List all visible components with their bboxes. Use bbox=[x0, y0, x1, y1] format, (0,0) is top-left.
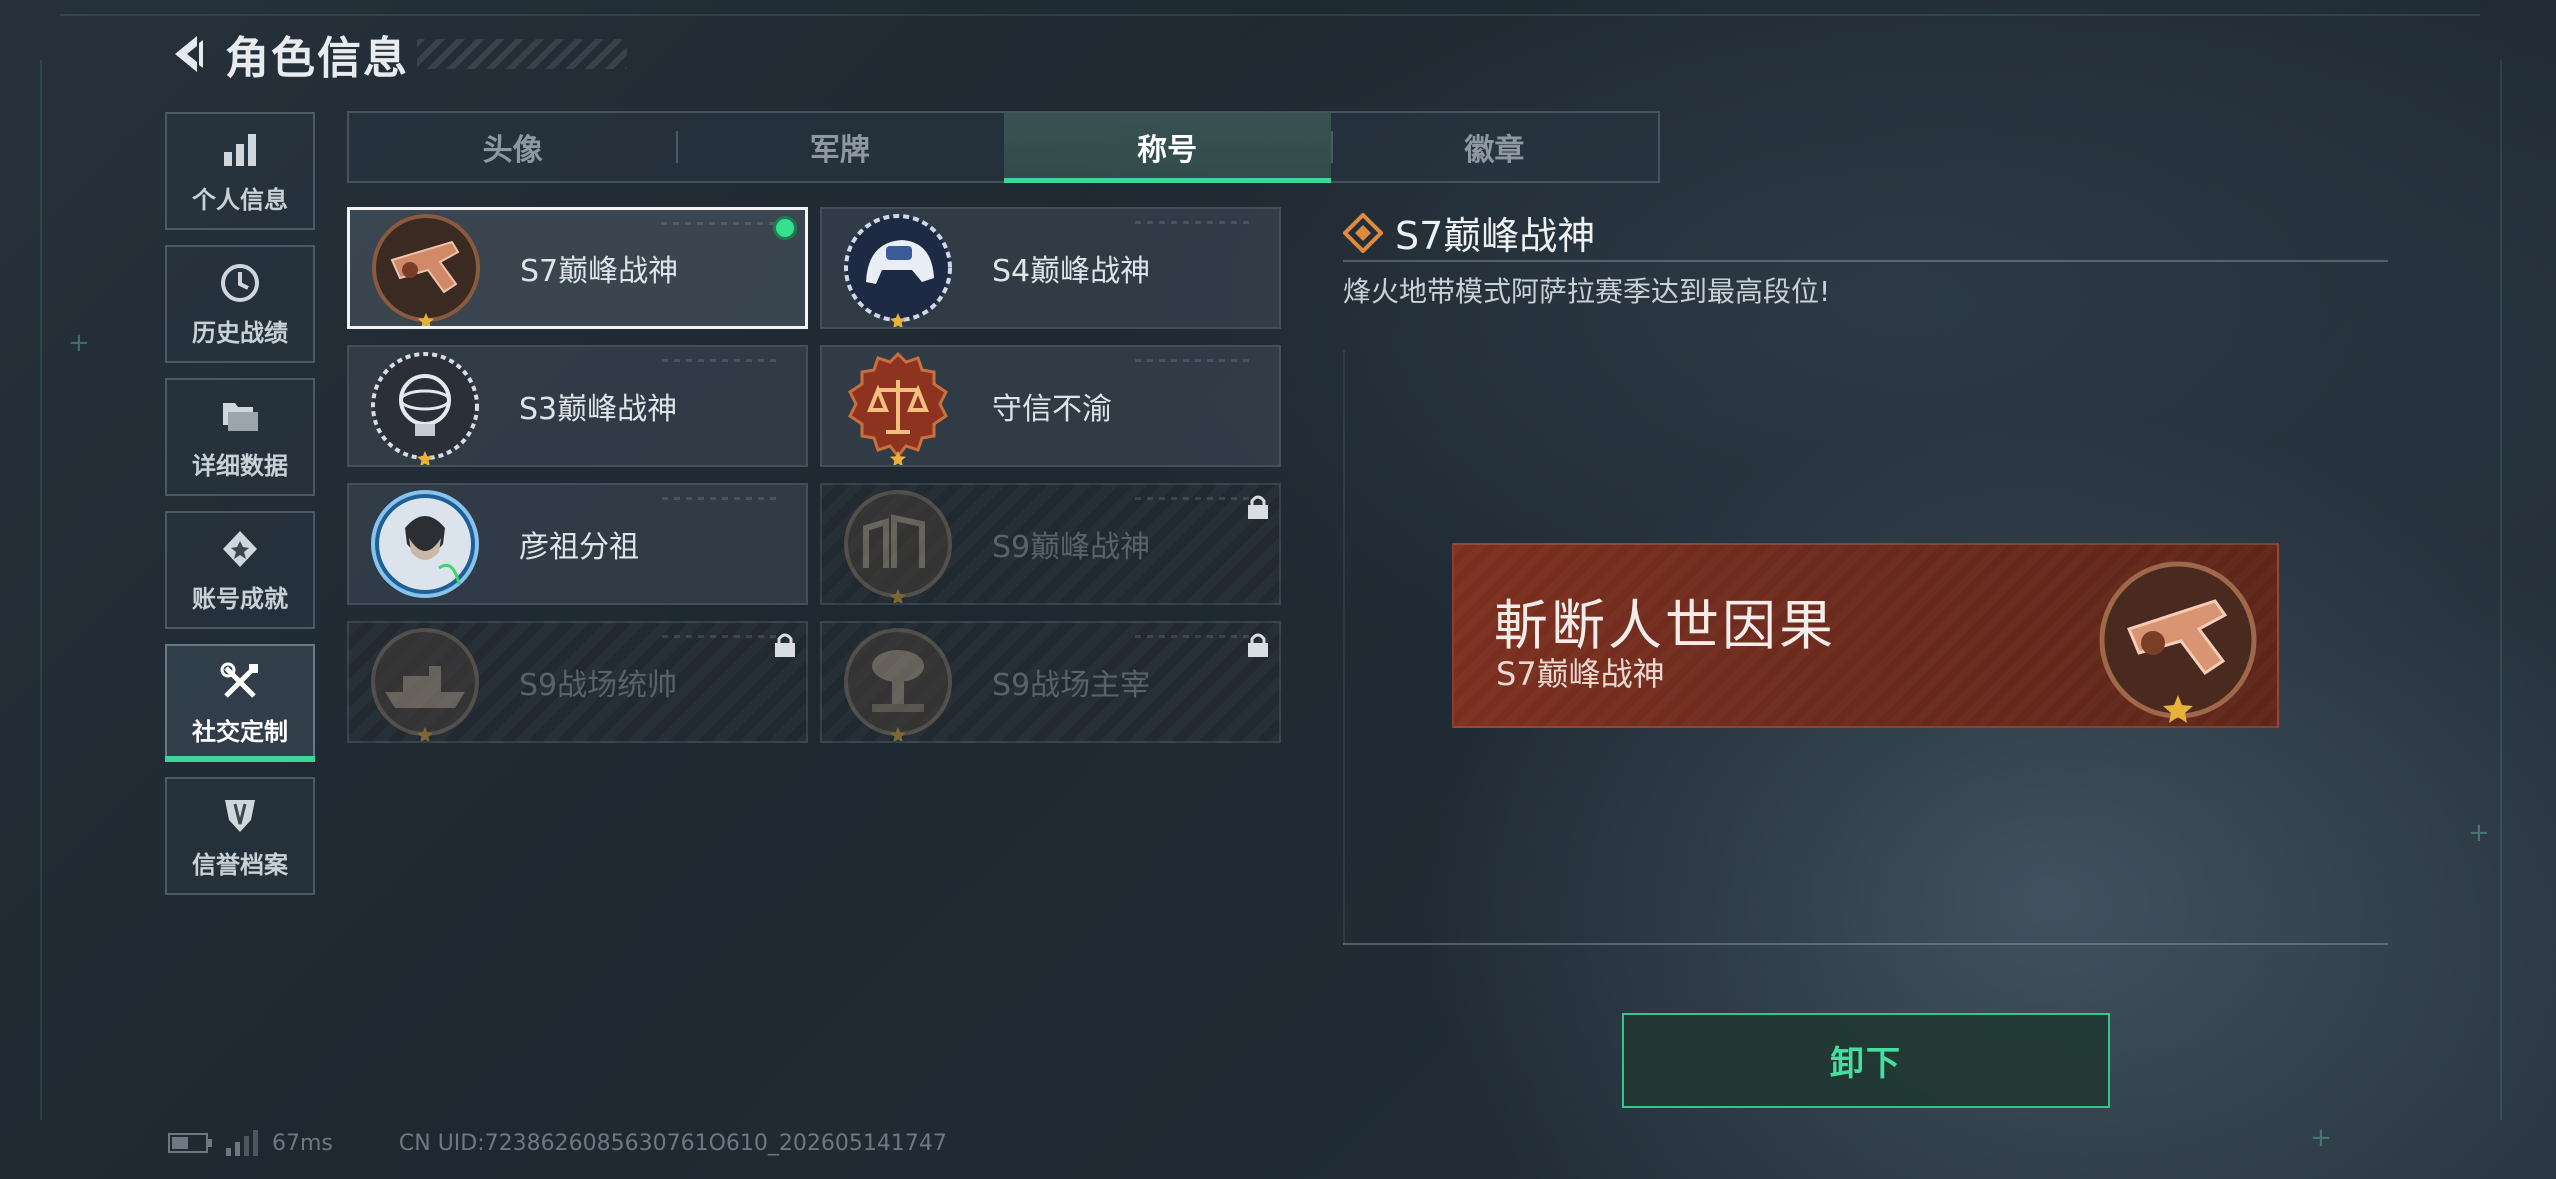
sidebar-item-detailed-data[interactable]: 详细数据 bbox=[165, 378, 315, 496]
detail-header: S7巅峰战神 bbox=[1343, 205, 1595, 260]
title-name: S9巅峰战神 bbox=[992, 530, 1151, 565]
shield-icon bbox=[218, 793, 262, 837]
battery-icon bbox=[168, 1133, 212, 1153]
hud-plus-icon: + bbox=[2310, 1123, 2332, 1153]
sidebar-item-reputation[interactable]: 信誉档案 bbox=[165, 777, 315, 895]
banner-subtitle: S7巅峰战神 bbox=[1496, 655, 1665, 693]
scales-badge-icon bbox=[842, 350, 954, 465]
title-decoration bbox=[417, 39, 627, 69]
card-decoration bbox=[662, 635, 782, 638]
signal-icon bbox=[226, 1130, 258, 1156]
title-name: 彦祖分祖 bbox=[519, 530, 639, 565]
card-decoration bbox=[1135, 359, 1255, 362]
title-card-promise[interactable]: 守信不渝 bbox=[820, 345, 1281, 467]
divider bbox=[1343, 260, 2388, 262]
detail-title: S7巅峰战神 bbox=[1395, 214, 1596, 258]
page-title: 角色信息 bbox=[225, 33, 409, 84]
title-name: S9战场统帅 bbox=[519, 668, 678, 703]
title-name: S7巅峰战神 bbox=[520, 254, 679, 289]
title-name: S4巅峰战神 bbox=[992, 254, 1151, 289]
star-icon bbox=[416, 726, 434, 741]
card-decoration bbox=[661, 222, 781, 225]
star-icon bbox=[416, 450, 434, 465]
hud-line-top bbox=[60, 14, 2480, 16]
tab-bar: 头像 军牌 称号 徽章 bbox=[347, 111, 1660, 183]
hud-plus-icon: + bbox=[2468, 818, 2490, 848]
tools-icon bbox=[218, 660, 262, 704]
unequip-button-label: 卸下 bbox=[1830, 1044, 1902, 1084]
medal-icon bbox=[218, 527, 262, 571]
title-card-yanzu[interactable]: 彦祖分祖 bbox=[347, 483, 808, 605]
latency-text: 67ms bbox=[272, 1130, 333, 1156]
sidebar-item-social-customization[interactable]: 社交定制 bbox=[165, 644, 315, 762]
folder-icon bbox=[218, 394, 262, 438]
header: 角色信息 bbox=[165, 22, 627, 86]
crossbow-badge-icon bbox=[370, 212, 482, 326]
card-decoration bbox=[1135, 497, 1255, 500]
hud-plus-icon: + bbox=[68, 328, 90, 358]
equipped-indicator bbox=[773, 216, 797, 240]
sidebar-item-achievements[interactable]: 账号成就 bbox=[165, 511, 315, 629]
card-decoration bbox=[1135, 221, 1255, 224]
title-name: 守信不渝 bbox=[992, 392, 1112, 427]
detail-description: 烽火地带模式阿萨拉赛季达到最高段位! bbox=[1343, 275, 1831, 308]
sidebar-item-label: 个人信息 bbox=[192, 185, 288, 214]
tab-title[interactable]: 称号 bbox=[1003, 113, 1332, 183]
bar-chart-icon bbox=[218, 128, 262, 172]
star-icon bbox=[417, 312, 435, 326]
title-card-s4[interactable]: S4巅峰战神 bbox=[820, 207, 1281, 329]
hud-line-right bbox=[2500, 60, 2502, 1120]
tab-emblem[interactable]: 徽章 bbox=[1330, 113, 1658, 181]
lock-icon bbox=[1248, 633, 1268, 657]
hud-line-left bbox=[40, 60, 42, 1120]
lock-icon bbox=[1248, 495, 1268, 519]
lock-icon bbox=[775, 633, 795, 657]
star-icon bbox=[889, 588, 907, 603]
warship-badge-icon bbox=[369, 626, 481, 741]
tab-avatar[interactable]: 头像 bbox=[349, 113, 676, 181]
sidebar: 个人信息 历史战绩 详细数据 账号成就 社交定制 信誉档案 bbox=[165, 112, 315, 910]
back-button[interactable] bbox=[165, 30, 213, 78]
explosion-badge-icon bbox=[842, 626, 954, 741]
diamond-rank-icon bbox=[1343, 212, 1383, 253]
crossbow-badge-icon bbox=[2099, 561, 2257, 723]
tab-dog-tag[interactable]: 军牌 bbox=[676, 113, 1003, 181]
title-name: S9战场主宰 bbox=[992, 668, 1151, 703]
sidebar-item-label: 历史战绩 bbox=[192, 318, 288, 347]
card-decoration bbox=[662, 497, 782, 500]
clock-icon bbox=[218, 261, 262, 305]
card-decoration bbox=[662, 359, 782, 362]
star-icon bbox=[889, 450, 907, 465]
star-icon bbox=[889, 726, 907, 741]
star-icon bbox=[889, 312, 907, 327]
sidebar-item-label: 详细数据 bbox=[192, 451, 288, 480]
title-card-s9-dominator[interactable]: S9战场主宰 bbox=[820, 621, 1281, 743]
sidebar-item-label: 社交定制 bbox=[192, 717, 288, 746]
globe-badge-icon bbox=[369, 350, 481, 465]
divider bbox=[1343, 943, 2388, 945]
unequip-button[interactable]: 卸下 bbox=[1622, 1013, 2110, 1108]
title-card-s9-peak[interactable]: S9巅峰战神 bbox=[820, 483, 1281, 605]
sidebar-item-match-history[interactable]: 历史战绩 bbox=[165, 245, 315, 363]
sidebar-item-personal-info[interactable]: 个人信息 bbox=[165, 112, 315, 230]
sidebar-item-label: 信誉档案 bbox=[192, 850, 288, 879]
portrait-badge-icon bbox=[369, 488, 481, 600]
title-card-s7[interactable]: S7巅峰战神 bbox=[347, 207, 808, 329]
title-banner-preview: 斬断人世因果 S7巅峰战神 bbox=[1452, 543, 2279, 728]
sidebar-item-label: 账号成就 bbox=[192, 584, 288, 613]
helmet-badge-icon bbox=[842, 212, 954, 327]
uid-text: CN UID:7238626085630761O610_202605141747 bbox=[398, 1130, 947, 1156]
card-decoration bbox=[1135, 635, 1255, 638]
status-bar: 67ms CN UID:7238626085630761O610_2026051… bbox=[168, 1128, 947, 1158]
title-name: S3巅峰战神 bbox=[519, 392, 678, 427]
title-card-s9-commander[interactable]: S9战场统帅 bbox=[347, 621, 808, 743]
ruins-badge-icon bbox=[842, 488, 954, 603]
back-arrow-icon bbox=[175, 36, 203, 72]
title-card-s3[interactable]: S3巅峰战神 bbox=[347, 345, 808, 467]
